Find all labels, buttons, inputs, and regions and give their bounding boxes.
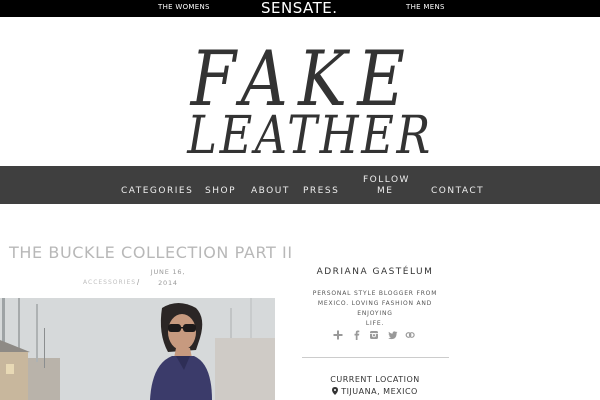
post-date-line-2: 2014	[158, 279, 178, 287]
plus-icon[interactable]	[333, 327, 343, 340]
facebook-icon[interactable]	[352, 327, 362, 340]
top-bar: THE WOMENS SENSATE. THE MENS	[0, 0, 600, 17]
nav-follow-me[interactable]: ME	[377, 186, 393, 196]
author-name: ADRIANA GASTÉLUM	[316, 267, 434, 277]
post-date: JUNE 16, 2014	[149, 267, 187, 289]
post-category[interactable]: ACCESSORIES	[83, 279, 136, 286]
bloglovin-icon[interactable]	[405, 327, 415, 338]
location-text: TIJUANA, MEXICO	[341, 387, 418, 396]
location: TIJUANA, MEXICO	[300, 387, 450, 396]
womens-link[interactable]: THE WOMENS	[158, 3, 210, 11]
author-bio: PERSONAL STYLE BLOGGER FROM MEXICO. LOVI…	[300, 289, 450, 329]
post-photo-illustration	[0, 298, 275, 400]
nav-follow[interactable]: FOLLOW	[363, 175, 410, 185]
author-bio-line-2: MEXICO. LOVING FASHION AND ENJOYING	[317, 300, 433, 317]
nav-categories[interactable]: CATEGORIES	[121, 186, 193, 196]
logo-line-2: LEATHER	[187, 106, 433, 166]
author-bio-line-1: PERSONAL STYLE BLOGGER FROM	[312, 290, 438, 297]
post-photo[interactable]	[0, 298, 275, 400]
nav-about[interactable]: ABOUT	[251, 186, 290, 196]
nav-shop[interactable]: SHOP	[205, 186, 236, 196]
post-title[interactable]: THE BUCKLE COLLECTION PART II	[9, 243, 293, 262]
post-date-line-1: JUNE 16,	[150, 268, 186, 276]
twitter-icon[interactable]	[388, 327, 398, 340]
nav-press[interactable]: PRESS	[303, 186, 339, 196]
instagram-icon[interactable]	[369, 327, 379, 339]
sidebar-divider	[302, 357, 449, 358]
site-logo[interactable]: FAKE LEATHER	[0, 17, 600, 166]
mens-link[interactable]: THE MENS	[406, 3, 445, 11]
post-meta-separator: /	[137, 278, 140, 287]
main-nav: CATEGORIES SHOP ABOUT PRESS FOLLOW ME CO…	[0, 166, 600, 204]
brand-logo[interactable]: SENSATE.	[261, 0, 338, 17]
location-label: CURRENT LOCATION	[330, 375, 420, 384]
nav-contact[interactable]: CONTACT	[431, 186, 484, 196]
map-pin-icon	[332, 387, 339, 395]
